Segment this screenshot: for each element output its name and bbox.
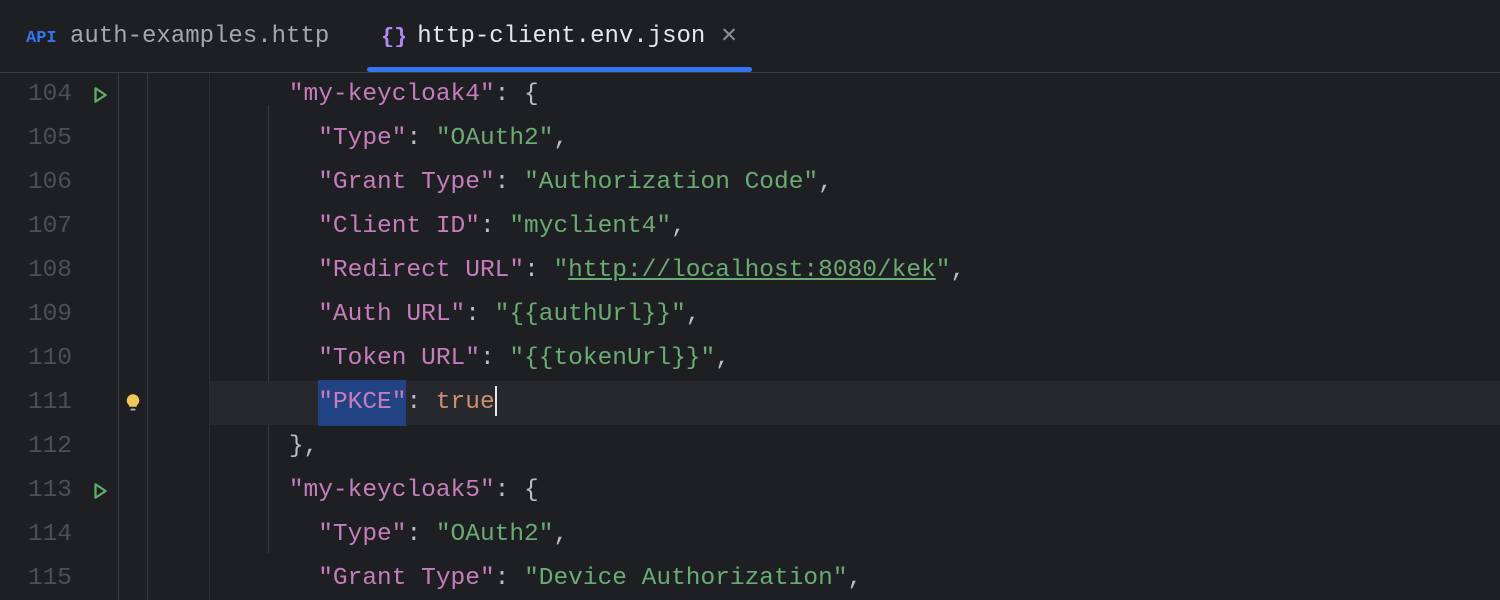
fold-cell <box>148 337 209 381</box>
gutter-cell <box>82 249 118 293</box>
gutter-cell <box>119 337 147 381</box>
code-line[interactable]: "Type": "OAuth2", <box>210 117 1500 161</box>
code-line[interactable]: "my-keycloak4": { <box>210 73 1500 117</box>
gutter-cell <box>119 425 147 469</box>
fold-cell <box>148 513 209 557</box>
fold-cell <box>148 205 209 249</box>
line-number-gutter: 104105106107108109110111112113114115 <box>0 73 82 600</box>
fold-cell <box>148 557 209 600</box>
gutter-cell <box>82 205 118 249</box>
api-file-icon: API <box>26 27 58 45</box>
tab-title: http-client.env.json <box>417 23 705 50</box>
gutter-cell <box>119 161 147 205</box>
fold-cell <box>148 73 209 117</box>
fold-cell <box>148 117 209 161</box>
fold-cell <box>148 469 209 513</box>
code-line[interactable]: "my-keycloak5": { <box>210 469 1500 513</box>
line-number: 106 <box>10 161 72 205</box>
fold-cell <box>148 293 209 337</box>
line-number: 105 <box>10 117 72 161</box>
code-line[interactable]: "Grant Type": "Authorization Code", <box>210 161 1500 205</box>
tab-http-client-env[interactable]: {} http-client.env.json ✕ <box>355 0 764 72</box>
code-line[interactable]: "Client ID": "myclient4", <box>210 205 1500 249</box>
inspection-gutter <box>118 73 148 600</box>
gutter-cell <box>82 381 118 425</box>
run-gutter <box>82 73 118 600</box>
code-area[interactable]: "my-keycloak4": { "Type": "OAuth2", "Gra… <box>210 73 1500 600</box>
line-number: 111 <box>10 381 72 425</box>
gutter-cell <box>82 513 118 557</box>
line-number: 112 <box>10 425 72 469</box>
gutter-cell <box>82 557 118 600</box>
run-icon[interactable] <box>82 469 118 513</box>
fold-cell <box>148 425 209 469</box>
line-number: 110 <box>10 337 72 381</box>
line-number: 104 <box>10 73 72 117</box>
gutter-cell <box>119 73 147 117</box>
gutter-cell <box>119 293 147 337</box>
line-number: 107 <box>10 205 72 249</box>
code-line[interactable]: "Token URL": "{{tokenUrl}}", <box>210 337 1500 381</box>
gutter-cell <box>119 469 147 513</box>
fold-gutter <box>148 73 210 600</box>
line-number: 109 <box>10 293 72 337</box>
line-number: 113 <box>10 469 72 513</box>
json-file-icon: {} <box>381 25 405 47</box>
line-number: 114 <box>10 513 72 557</box>
gutter-cell <box>119 205 147 249</box>
gutter-cell <box>119 557 147 600</box>
gutter-cell <box>82 425 118 469</box>
editor: 104105106107108109110111112113114115 "my… <box>0 73 1500 600</box>
line-number: 115 <box>10 557 72 600</box>
gutter-cell <box>82 117 118 161</box>
gutter-cell <box>82 293 118 337</box>
fold-cell <box>148 161 209 205</box>
line-number: 108 <box>10 249 72 293</box>
svg-text:{}: {} <box>381 25 405 47</box>
tab-bar: API auth-examples.http {} http-client.en… <box>0 0 1500 73</box>
intention-bulb-icon[interactable] <box>119 381 147 425</box>
code-line[interactable]: "Redirect URL": "http://localhost:8080/k… <box>210 249 1500 293</box>
tab-title: auth-examples.http <box>70 23 329 50</box>
tab-auth-examples[interactable]: API auth-examples.http <box>0 0 355 72</box>
text-caret <box>495 386 497 416</box>
gutter-cell <box>119 249 147 293</box>
gutter-cell <box>82 337 118 381</box>
code-line[interactable]: }, <box>210 425 1500 469</box>
fold-cell <box>148 381 209 425</box>
gutter-cell <box>119 513 147 557</box>
gutter-cell <box>82 161 118 205</box>
fold-cell <box>148 249 209 293</box>
gutter-cell <box>119 117 147 161</box>
code-line[interactable]: "PKCE": true <box>210 381 1500 425</box>
close-icon[interactable]: ✕ <box>720 23 738 49</box>
svg-text:API: API <box>26 29 57 45</box>
run-icon[interactable] <box>82 73 118 117</box>
code-line[interactable]: "Auth URL": "{{authUrl}}", <box>210 293 1500 337</box>
code-line[interactable]: "Type": "OAuth2", <box>210 513 1500 557</box>
code-line[interactable]: "Grant Type": "Device Authorization", <box>210 557 1500 600</box>
